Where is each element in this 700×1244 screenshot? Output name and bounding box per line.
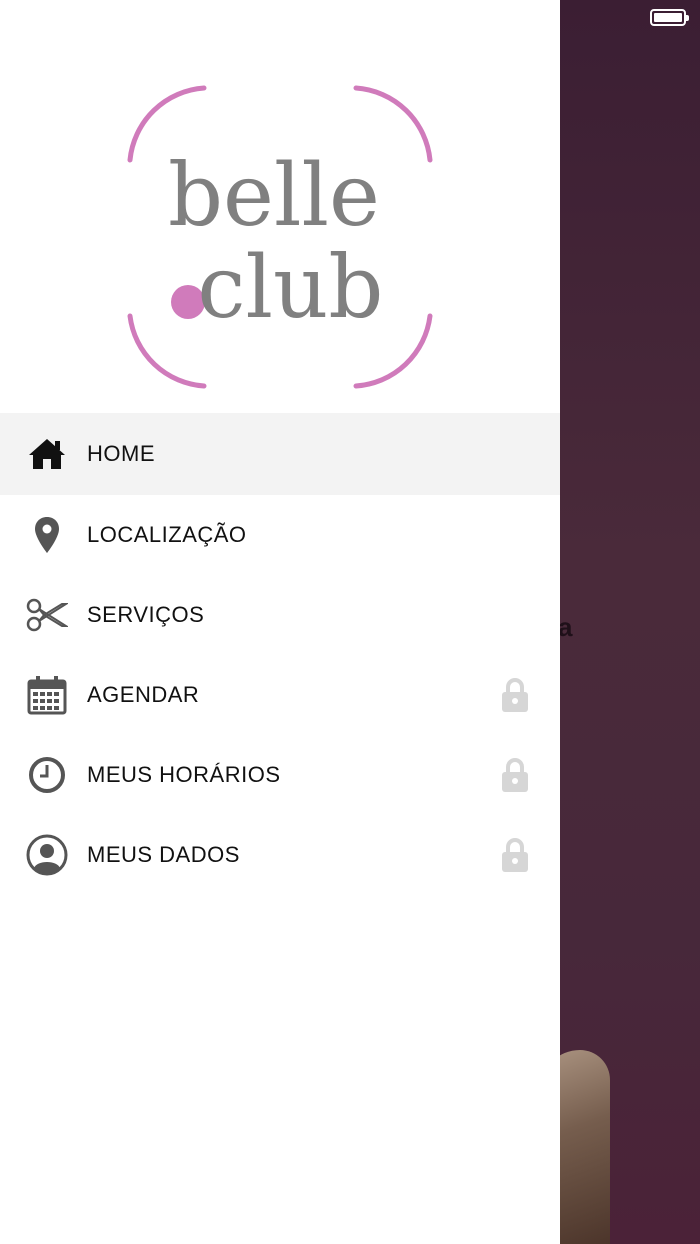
lock-icon <box>502 838 528 872</box>
menu-item-servicos[interactable]: SERVIÇOS <box>0 575 560 655</box>
menu-list: HOME LOCALIZAÇÃO SERVIÇOS AGENDAR MEUS H… <box>0 413 560 895</box>
menu-item-label: AGENDAR <box>87 682 200 707</box>
calendar-icon <box>26 674 68 716</box>
menu-item-label: SERVIÇOS <box>87 602 205 627</box>
belle-club-logo[interactable]: belle .club <box>120 80 440 395</box>
clock-icon <box>26 754 68 796</box>
menu-item-label: MEUS HORÁRIOS <box>87 762 281 787</box>
lock-icon <box>502 758 528 792</box>
menu-item-label: HOME <box>87 441 155 466</box>
map-pin-icon <box>26 514 68 556</box>
menu-item-localizacao[interactable]: LOCALIZAÇÃO <box>0 495 560 575</box>
scissors-icon <box>26 594 68 636</box>
menu-item-meus-dados[interactable]: MEUS DADOS <box>0 815 560 895</box>
home-icon <box>26 433 68 475</box>
navigation-drawer: belle .club HOME LOCALIZAÇÃO SERVIÇOS AG… <box>0 0 560 1244</box>
battery-full-icon <box>650 9 689 26</box>
background-partial-text: a <box>558 612 573 642</box>
menu-item-label: MEUS DADOS <box>87 842 240 867</box>
svg-text:.club: .club <box>170 238 383 338</box>
menu-item-agendar[interactable]: AGENDAR <box>0 655 560 735</box>
menu-item-home[interactable]: HOME <box>0 413 560 495</box>
user-circle-icon <box>26 834 68 876</box>
menu-item-label: LOCALIZAÇÃO <box>87 522 247 547</box>
menu-item-meus-horarios[interactable]: MEUS HORÁRIOS <box>0 735 560 815</box>
svg-text:belle: belle <box>168 146 380 246</box>
lock-icon <box>502 678 528 712</box>
